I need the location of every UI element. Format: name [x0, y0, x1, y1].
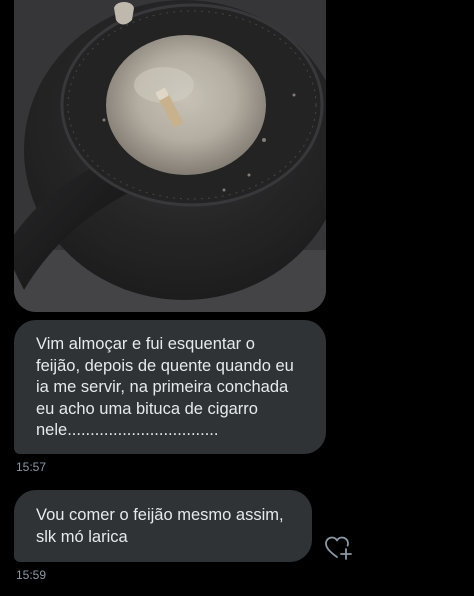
message-text: Vim almoçar e fui esquentar o feijão, de… — [36, 335, 294, 439]
photo-message[interactable] — [14, 0, 326, 312]
heart-plus-icon[interactable] — [324, 535, 352, 561]
message-timestamp: 15:57 — [16, 460, 47, 474]
message-timestamp: 15:59 — [16, 568, 47, 582]
chat-thread: Vim almoçar e fui esquentar o feijão, de… — [0, 0, 474, 596]
message-bubble[interactable]: Vim almoçar e fui esquentar o feijão, de… — [14, 320, 326, 454]
photo-image — [14, 0, 326, 312]
message-bubble[interactable]: Vou comer o feijão mesmo assim, slk mó l… — [14, 490, 312, 562]
message-text: Vou comer o feijão mesmo assim, slk mó l… — [36, 506, 284, 546]
